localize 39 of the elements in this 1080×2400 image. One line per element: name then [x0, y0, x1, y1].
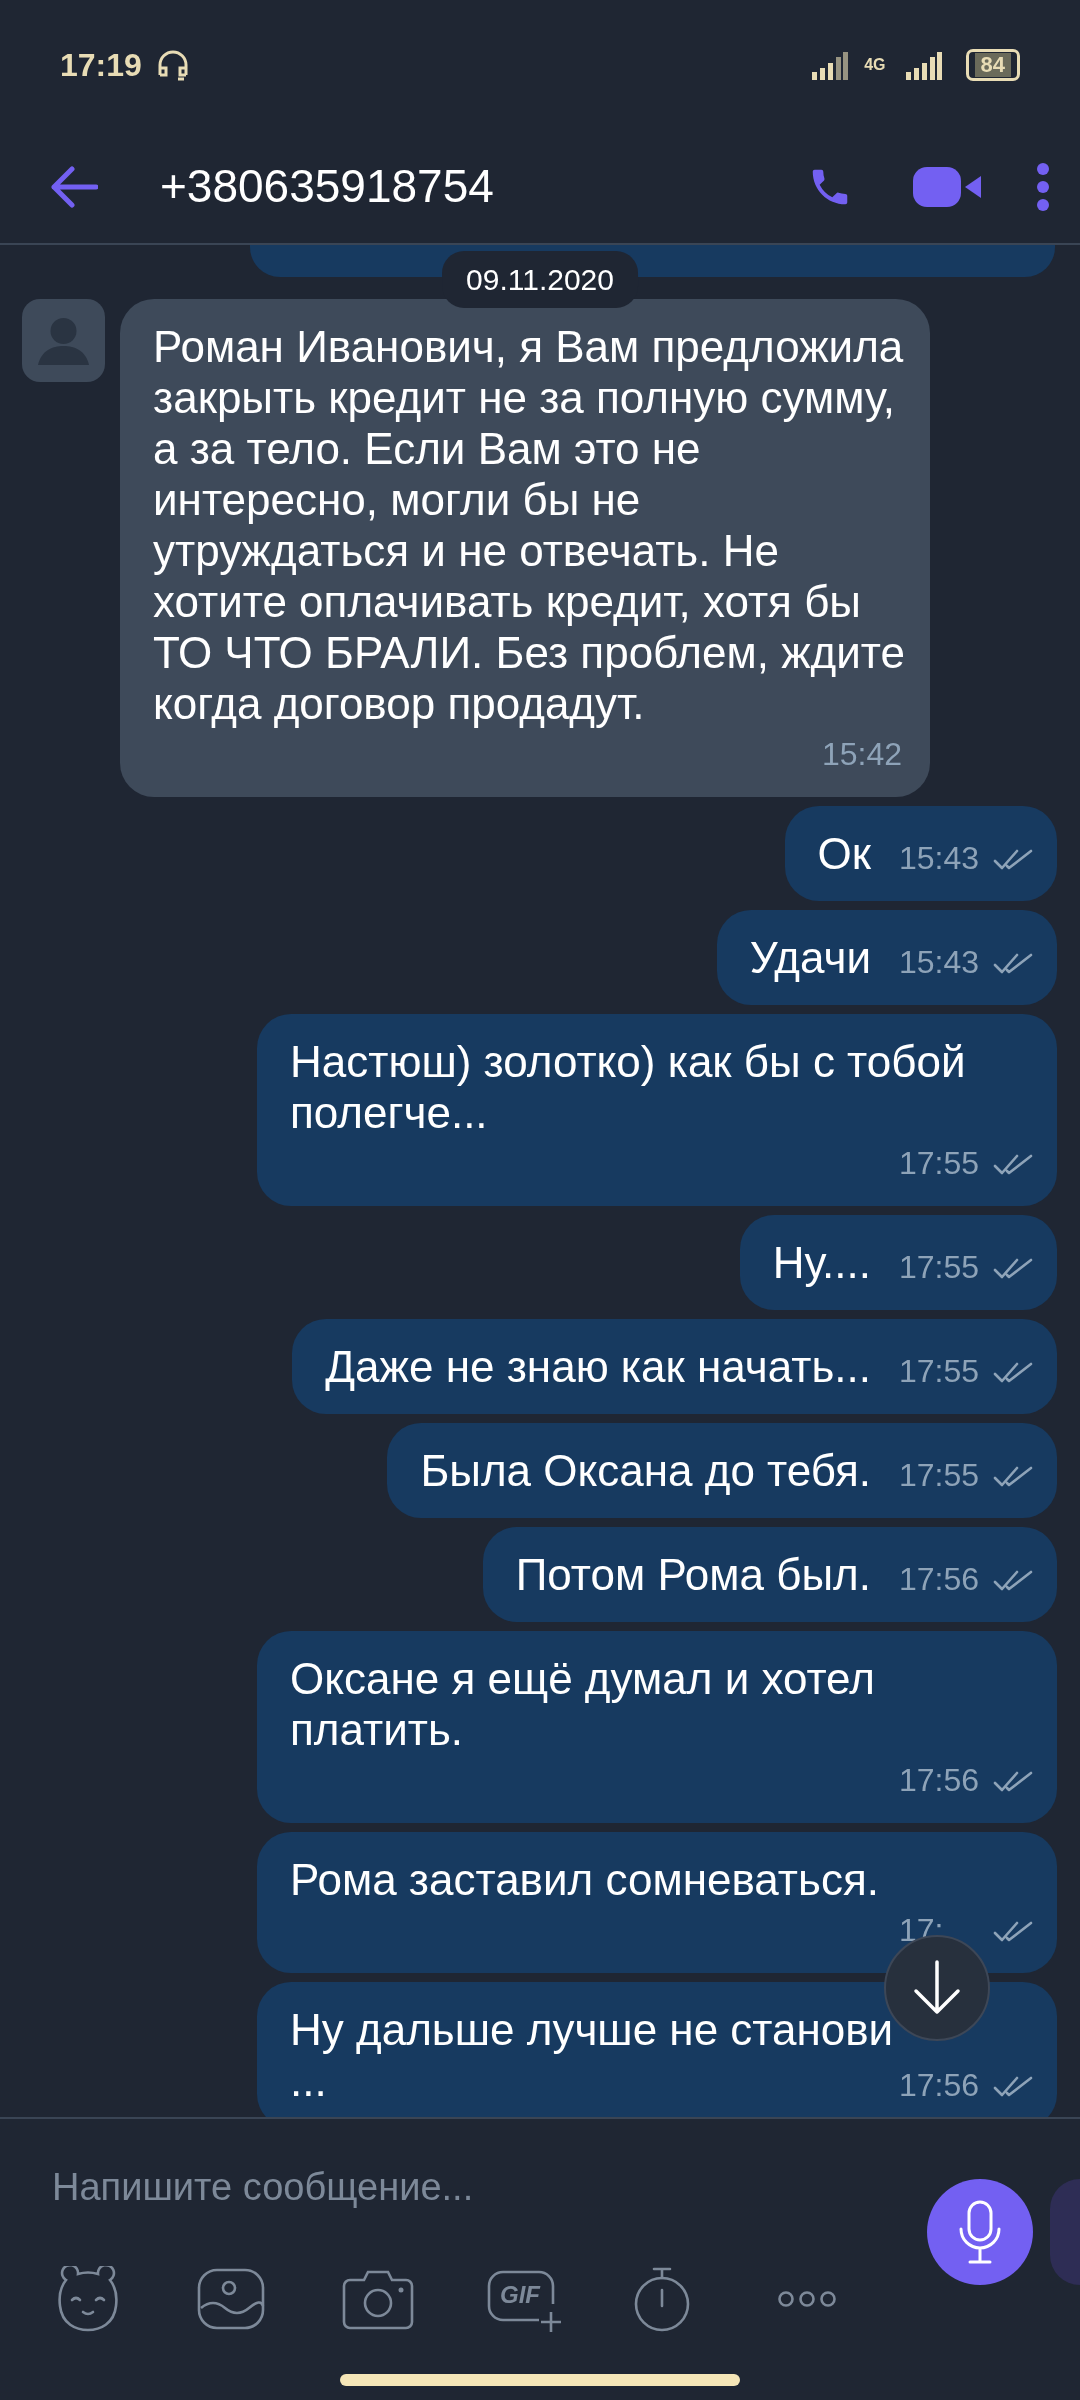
- network-type: 4G: [864, 57, 886, 73]
- message-text: Роман Иванович, я Вам предложила закрыть кредит не за полную сумму, а за тело. Если Вам это не интересно, могли бы не утруждаться и не отвечать. Не хотите оплачивать кредит, хотя бы ТО ЧТО БРАЛИ. Без проблем, ждите когда договор продадут.: [153, 321, 906, 729]
- message-text: Оксане я ещё думал и хотел платить.: [290, 1653, 876, 1755]
- message-text: Ну....: [772, 1237, 871, 1288]
- message-time: 17:55: [899, 1352, 981, 1391]
- stopwatch-icon[interactable]: [632, 2266, 692, 2332]
- more-icon[interactable]: [777, 2290, 837, 2308]
- message-text: Была Оксана до тебя.: [420, 1445, 871, 1496]
- video-camera-icon[interactable]: [913, 164, 981, 209]
- message-text: Удачи: [749, 932, 871, 983]
- message-text: ...: [290, 2055, 327, 2106]
- message-text: Даже не знаю как начать...: [325, 1341, 871, 1392]
- avatar-icon: [22, 299, 105, 382]
- microphone-icon: [958, 2199, 1002, 2265]
- message-text: Потом Рома был.: [515, 1549, 871, 1600]
- message-time: 15:42: [822, 735, 904, 774]
- signal-icon: [812, 50, 849, 80]
- arrow-down-icon: [912, 1960, 962, 2016]
- message-text: Ну дальше лучше не станови: [290, 2004, 894, 2055]
- message-text: Настюш) золотко) как бы с тобой полегче...: [290, 1036, 967, 1138]
- image-icon[interactable]: [197, 2268, 265, 2330]
- message-time: 15:43: [899, 839, 981, 878]
- status-time: 17:19: [60, 46, 142, 85]
- message-time: 15:43: [899, 943, 981, 982]
- message-time: 17:56: [899, 1761, 981, 1800]
- message-time: 17:56: [899, 2066, 981, 2105]
- date-chip: 09.11.2020: [442, 251, 638, 308]
- message-time: 17:56: [899, 1560, 981, 1599]
- message-text: Ок: [817, 828, 871, 879]
- message-time: 17:55: [899, 1144, 981, 1183]
- battery-icon: 84: [965, 49, 1020, 81]
- contact-number: +380635918754: [160, 159, 495, 214]
- message-time: 17:55: [899, 1248, 981, 1287]
- message-text: Рома заставил сомневаться.: [290, 1854, 879, 1905]
- back-arrow-icon[interactable]: [50, 165, 98, 208]
- more-options-icon[interactable]: [1036, 161, 1050, 212]
- message-time: 17:55: [899, 1456, 981, 1495]
- camera-icon[interactable]: [342, 2268, 414, 2330]
- message-input[interactable]: Напишите сообщение...: [52, 2159, 474, 2216]
